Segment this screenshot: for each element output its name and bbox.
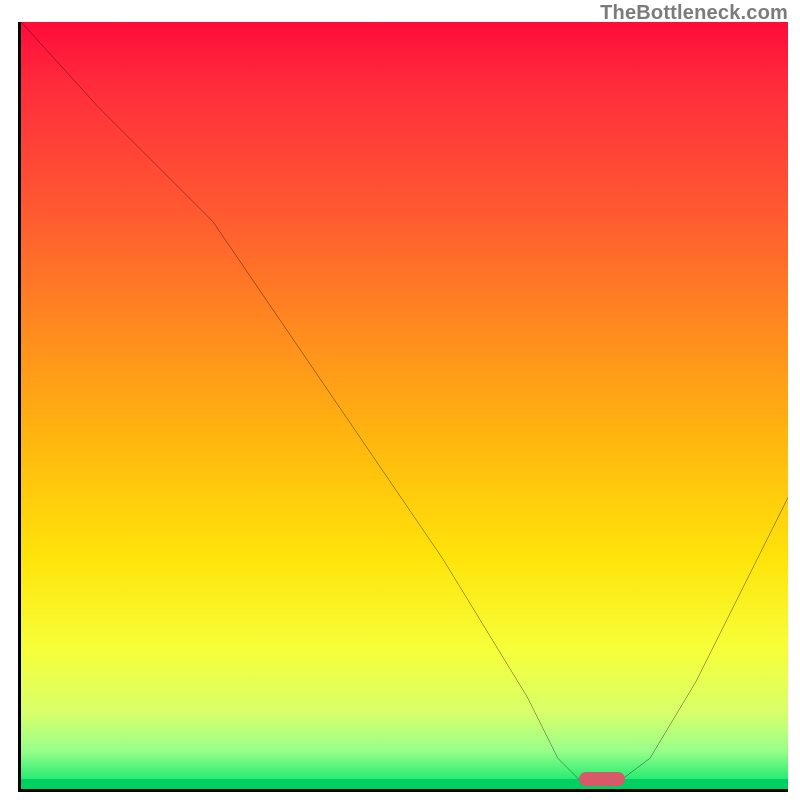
chart-container: TheBottleneck.com [0, 0, 800, 800]
optimal-point-marker [579, 772, 625, 786]
green-baseline-strip [21, 779, 788, 789]
heat-gradient-background [21, 22, 788, 789]
plot-area [18, 22, 788, 792]
